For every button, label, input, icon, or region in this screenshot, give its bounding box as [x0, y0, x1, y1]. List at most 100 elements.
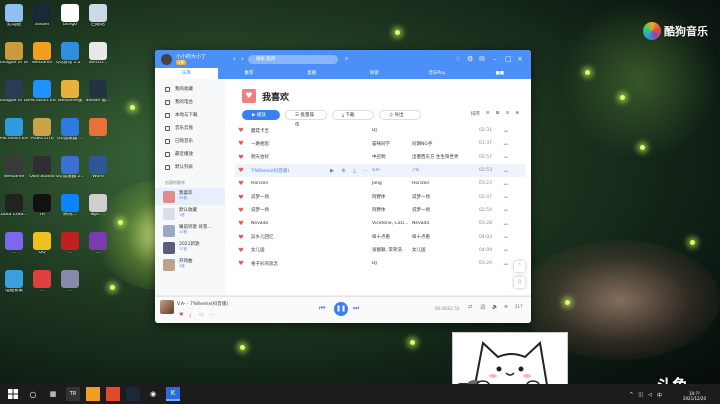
tab-5[interactable]: ■■ — [468, 68, 531, 79]
sidebar-item-local[interactable]: 本地与下载 — [155, 109, 225, 122]
song-album[interactable]: 同期NG手 — [412, 141, 462, 147]
comment-icon[interactable]: ▭ — [199, 312, 204, 318]
heart-icon[interactable]: ♥ — [235, 127, 247, 134]
song-artist[interactable]: Vicetone, Cozi... — [372, 221, 412, 226]
heart-icon[interactable]: ♥ — [235, 260, 247, 267]
tray-arrow-icon[interactable]: ^ — [629, 392, 633, 399]
desktop-icon[interactable]: League of Legends — [0, 42, 28, 66]
song-artist[interactable]: Jang — [372, 181, 412, 186]
app-icon[interactable] — [106, 387, 120, 401]
desktop-icon[interactable]: wps ... — [84, 194, 112, 218]
volume-icon[interactable]: ◁ — [648, 392, 652, 399]
desktop-icon[interactable]: WeGame — [0, 156, 28, 180]
tab-4[interactable]: 音乐Pay — [406, 68, 469, 79]
desktop-icon[interactable]: PUBG LITE — [28, 118, 56, 142]
playlist-icon[interactable]: ≡ — [504, 304, 508, 310]
play-all-button[interactable]: ▶ 播放 — [242, 110, 280, 120]
avatar[interactable] — [161, 54, 172, 65]
obs-icon[interactable]: ◉ — [146, 387, 160, 401]
playlist-item[interactable]: 我喜欢 99首 — [155, 188, 225, 205]
sidebar-item-default[interactable]: 默认列表 — [155, 161, 225, 174]
song-artist[interactable]: 阿野体 — [372, 194, 412, 200]
album-cover[interactable] — [160, 300, 174, 314]
ime-icon[interactable]: 中 — [657, 392, 662, 399]
song-album[interactable]: 女儿国 — [412, 247, 462, 253]
song-album[interactable]: 说梦一场 — [412, 194, 462, 200]
maximize-icon[interactable]: □ — [505, 55, 512, 63]
desktop-icon[interactable]: Microsoft Edge — [0, 118, 28, 142]
song-title[interactable]: 蘑菇卡吉 — [247, 128, 319, 134]
song-row[interactable]: ♥ Nevada Vicetone, Cozi... Nevada 03:28 ☁ — [235, 217, 525, 230]
song-album[interactable]: 说梦一场 — [412, 207, 462, 213]
song-title[interactable]: 异乡儿回忆 — [247, 234, 319, 240]
lyrics-icon[interactable]: 词 — [480, 304, 485, 311]
desktop-icon[interactable]: bongo — [56, 4, 84, 28]
folder-icon[interactable] — [86, 387, 100, 401]
desktop-icon[interactable]: UU加速器 ... — [56, 118, 84, 142]
row-actions[interactable]: ▶ ⊕ ⤓ ⋯ — [330, 168, 371, 174]
like-icon[interactable]: ♥ — [179, 312, 183, 318]
heart-icon[interactable]: ♥ — [235, 234, 247, 241]
song-artist[interactable]: DJ — [372, 261, 412, 266]
song-album[interactable]: 出塞西东方 生生阳世界 — [412, 154, 462, 160]
sidebar-item-cloud[interactable]: 音乐云盘 — [155, 122, 225, 135]
download-icon[interactable]: ⤓ — [189, 312, 191, 318]
heart-icon[interactable]: ♥ — [235, 247, 247, 254]
sidebar-item-purchased[interactable]: 已购音乐 — [155, 135, 225, 148]
tr-app-icon[interactable]: TR — [66, 387, 80, 401]
download-button[interactable]: ⤓ 下载 — [332, 110, 374, 120]
start-icon[interactable] — [6, 387, 20, 401]
settings-icon[interactable]: ⚙ — [467, 55, 473, 63]
song-album[interactable]: Horizon — [412, 181, 462, 186]
search-icon[interactable]: ○ — [26, 387, 40, 401]
song-row[interactable]: ♥ 一路相思 猫咪同学 同期NG手 01:37 ☁ — [235, 137, 525, 150]
song-row[interactable]: ♥ 女儿国 张靓颖, 李荣浩 女儿国 04:09 ☁ — [235, 244, 525, 257]
playlist-item[interactable]: 睡前听歌 背景... 10首 — [155, 222, 225, 239]
add-icon[interactable]: ⊕ — [515, 111, 519, 117]
song-title[interactable]: 7%Remix(抖音版) — [247, 168, 319, 174]
song-album[interactable]: 7% — [412, 168, 462, 173]
playlist-item[interactable]: 2021新歌 12首 — [155, 239, 225, 256]
heart-icon[interactable]: ♥ — [235, 140, 247, 147]
heart-icon[interactable]: ♥ — [235, 207, 247, 214]
cloud-icon[interactable]: ☁ — [503, 194, 508, 200]
desktop-icon[interactable]: ... — [0, 232, 28, 256]
sidebar-item-favorites[interactable]: 我的收藏 — [155, 83, 225, 96]
desktop-icon[interactable]: ... — [84, 232, 112, 256]
desktop-icon[interactable]: 电脑管家 — [0, 270, 28, 294]
desktop-icon[interactable]: WeGame版 — [56, 80, 84, 104]
cloud-icon[interactable]: ☁ — [503, 154, 508, 160]
desktop-icon[interactable]: Microsoft Edge — [28, 80, 56, 104]
heart-icon[interactable]: ♥ — [235, 194, 247, 201]
cloud-icon[interactable]: ☁ — [503, 128, 508, 134]
username[interactable]: 小小的大小丁 — [176, 53, 206, 60]
steam-icon[interactable] — [126, 387, 140, 401]
desktop-icon[interactable]: 回收站 — [84, 4, 112, 28]
mail-icon[interactable]: ✉ — [479, 55, 485, 63]
song-title[interactable]: Horizon — [247, 181, 319, 186]
song-row[interactable]: ♥ 异乡儿回忆 梓十点看 梓十点看 04:03 ☁ — [235, 230, 525, 243]
desktop-icon[interactable]: League of Legends — [0, 80, 28, 104]
song-artist[interactable]: 中召明 — [372, 154, 412, 160]
sidebar-item-radio[interactable]: 我的电台 — [155, 96, 225, 109]
desktop-icon[interactable]: ... — [56, 232, 84, 256]
scroll-top-icon[interactable]: ⌃ — [514, 261, 525, 272]
cloud-icon[interactable]: ☁ — [503, 221, 508, 227]
previous-icon[interactable]: ⏮ — [319, 304, 325, 313]
playlist-item[interactable]: 默认收藏 1首 — [155, 205, 225, 222]
song-title[interactable]: 一路相思 — [247, 141, 319, 147]
desktop-icon[interactable]: QQ — [28, 232, 56, 256]
search-input[interactable]: 搜索 酷狗 — [248, 55, 338, 64]
desktop-icon[interactable]: Word — [84, 156, 112, 180]
pause-button[interactable]: ❚❚ — [334, 302, 348, 316]
song-row[interactable]: ♥ Horizon Jang Horizon 03:23 ☁ — [235, 177, 525, 190]
song-row[interactable]: ♥ 说梦一场 阿野体 说梦一场 02:54 ☁ — [235, 204, 525, 217]
desktop-icon[interactable]: ... — [28, 270, 56, 294]
song-artist[interactable]: V.A- — [372, 168, 412, 173]
song-row[interactable]: ♥ 格子衫的思念 DJ 03:29 ☁ — [235, 257, 525, 270]
sidebar-item-recent[interactable]: 最近播放 — [155, 148, 225, 161]
locate-icon[interactable]: ⊙ — [505, 111, 509, 117]
cloud-icon[interactable]: ☁ — [503, 234, 508, 240]
heart-icon[interactable]: ♥ — [235, 220, 247, 227]
song-title[interactable]: 说梦一场 — [247, 194, 319, 200]
